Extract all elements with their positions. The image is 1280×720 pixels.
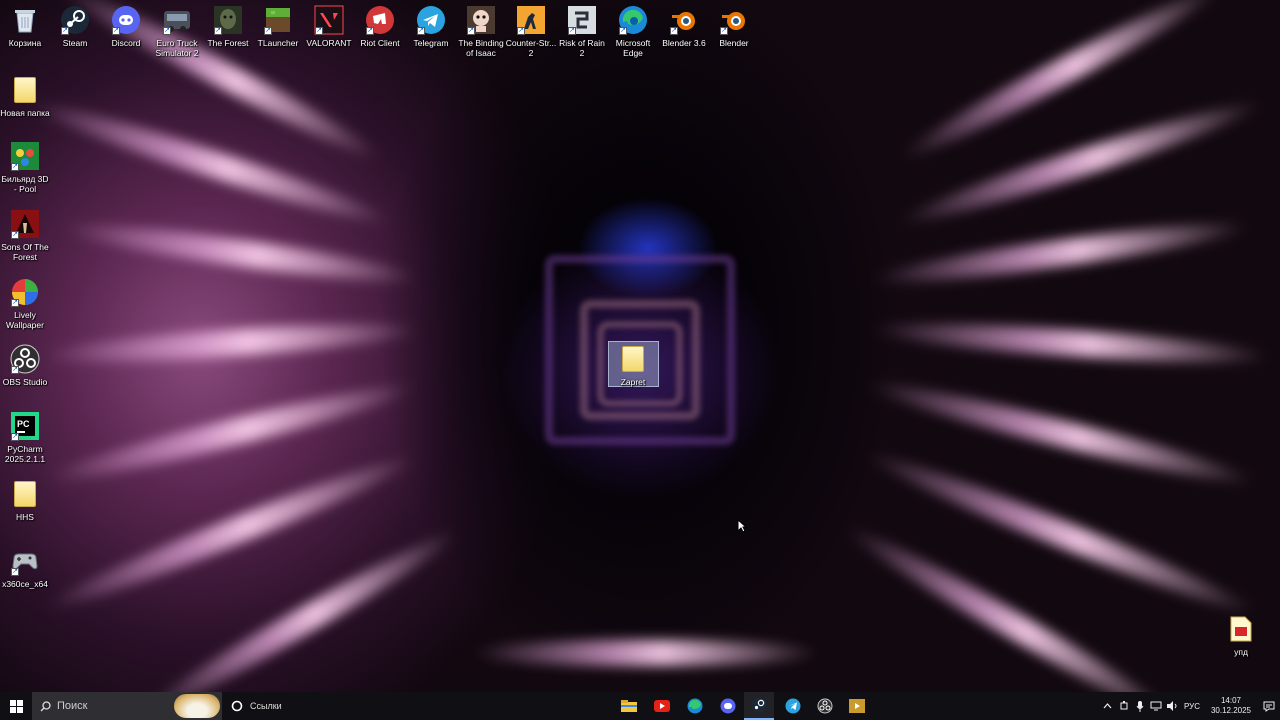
- desktop-icon-steam[interactable]: ↗ Steam: [49, 4, 101, 48]
- desktop-wallpaper: Корзина ↗ Steam ↗ Discord ↗ Euro Truck S…: [0, 0, 1280, 692]
- counter-strike-icon: ↗: [515, 4, 547, 36]
- taskbar-search[interactable]: Поиск: [32, 692, 222, 720]
- input-language[interactable]: РУС: [1184, 702, 1200, 711]
- taskbar-app-telegram[interactable]: [778, 692, 808, 720]
- desktop-icon-x360ce[interactable]: ↗ x360ce_x64: [0, 545, 51, 589]
- desktop-icon-obs-studio[interactable]: ↗ OBS Studio: [0, 343, 51, 387]
- desktop-icon-upd[interactable]: упд: [1215, 613, 1267, 657]
- desktop-icon-counter-strike[interactable]: ↗ Counter-Str... 2: [505, 4, 557, 58]
- telegram-icon: ↗: [415, 4, 447, 36]
- usb-device-icon: [1120, 701, 1128, 710]
- desktop-icon-blender-36[interactable]: ↗ Blender 3.6: [658, 4, 710, 48]
- desktop-icon-euro-truck[interactable]: ↗ Euro Truck Simulator 2: [151, 4, 203, 58]
- svg-text:PC: PC: [17, 419, 30, 429]
- desktop-icon-sons-of-the-forest[interactable]: ↗ Sons Of The Forest: [0, 208, 51, 262]
- cortana-icon: [231, 700, 243, 712]
- clock[interactable]: 14:07 30.12.2025: [1204, 696, 1258, 716]
- file-explorer-icon: [621, 700, 637, 712]
- desktop-icon-lively-wallpaper[interactable]: ↗ Lively Wallpaper: [0, 276, 51, 330]
- tray-volume-button[interactable]: [1164, 692, 1180, 720]
- riot-client-icon: ↗: [364, 4, 396, 36]
- desktop-icon-zapret[interactable]: Zapret: [607, 343, 659, 387]
- billiard-icon: ↗: [9, 140, 41, 172]
- desktop-icon-valorant[interactable]: ↗ VALORANT: [303, 4, 355, 48]
- desktop-icon-risk-of-rain[interactable]: ↗ Risk of Rain 2: [556, 4, 608, 58]
- pycharm-icon: PC ↗: [9, 410, 41, 442]
- lively-wallpaper-icon: ↗: [9, 276, 41, 308]
- blender-36-icon: ↗: [668, 4, 700, 36]
- folder-icon: [617, 343, 649, 375]
- desktop-icon-billiard[interactable]: ↗ Бильярд 3D - Pool: [0, 140, 51, 194]
- desktop-icon-telegram[interactable]: ↗ Telegram: [405, 4, 457, 48]
- binding-of-isaac-icon: ↗: [465, 4, 497, 36]
- taskbar-app-youtube[interactable]: [647, 692, 677, 720]
- clock-date: 30.12.2025: [1210, 706, 1252, 715]
- network-icon: [1150, 701, 1162, 711]
- obs-studio-icon: ↗: [9, 343, 41, 375]
- the-forest-icon: ↗: [212, 4, 244, 36]
- taskbar-app-edge[interactable]: [680, 692, 710, 720]
- x360ce-icon: ↗: [9, 545, 41, 577]
- document-icon: [1225, 613, 1257, 645]
- notification-icon: [1263, 701, 1275, 712]
- desktop-icon-discord[interactable]: ↗ Discord: [100, 4, 152, 48]
- tray-network-button[interactable]: [1148, 692, 1164, 720]
- search-icon: [40, 700, 51, 711]
- tlauncher-icon: ↗: [262, 4, 294, 36]
- desktop-icon-riot-client[interactable]: ↗ Riot Client: [354, 4, 406, 48]
- desktop-icon-pycharm[interactable]: PC ↗ PyCharm 2025.2.1.1: [0, 410, 51, 464]
- links-toolbar[interactable]: Ссылки: [250, 701, 282, 711]
- desktop-icon-blender[interactable]: ↗ Blender: [708, 4, 760, 48]
- hhs-folder-icon: [9, 478, 41, 510]
- volume-icon: [1166, 701, 1177, 711]
- discord-icon: [720, 698, 736, 714]
- cortana-button[interactable]: [228, 692, 246, 720]
- valorant-icon: ↗: [313, 4, 345, 36]
- search-placeholder: Поиск: [57, 700, 88, 712]
- taskbar-app-steam[interactable]: [744, 692, 774, 720]
- desktop-icon-binding-of-isaac[interactable]: ↗ The Binding of Isaac: [455, 4, 507, 58]
- clock-time: 14:07: [1220, 696, 1242, 705]
- blender-icon: ↗: [718, 4, 750, 36]
- tray-usb-button[interactable]: [1116, 692, 1132, 720]
- desktop-icon-hhs-folder[interactable]: HHS: [0, 478, 51, 522]
- sons-of-the-forest-icon: ↗: [9, 208, 41, 240]
- edge-icon: [687, 698, 703, 714]
- taskbar-app-file-explorer[interactable]: [614, 692, 644, 720]
- steam-icon: [751, 697, 767, 713]
- start-button[interactable]: [0, 692, 32, 720]
- taskbar-app-media-player[interactable]: [842, 692, 872, 720]
- desktop-icon-the-forest[interactable]: ↗ The Forest: [202, 4, 254, 48]
- obs-icon: [817, 698, 833, 714]
- media-player-icon: [849, 699, 865, 713]
- system-tray: РУС 14:07 30.12.2025: [1100, 692, 1280, 720]
- edge-icon: ↗: [617, 4, 649, 36]
- microphone-icon: [1136, 700, 1144, 712]
- youtube-icon: [654, 700, 670, 712]
- search-highlight-image: [174, 694, 220, 718]
- desktop-icon-recycle-bin[interactable]: Корзина: [0, 4, 51, 48]
- chevron-up-icon: [1104, 703, 1112, 709]
- new-folder-icon: [9, 74, 41, 106]
- mouse-cursor-icon: [737, 519, 747, 533]
- desktop-icon-tlauncher[interactable]: ↗ TLauncher: [252, 4, 304, 48]
- show-hidden-icons-button[interactable]: [1100, 692, 1116, 720]
- recycle-bin-icon: [9, 4, 41, 36]
- telegram-icon: [785, 698, 801, 714]
- tray-microphone-button[interactable]: [1132, 692, 1148, 720]
- desktop-icon-new-folder[interactable]: Новая папка: [0, 74, 51, 118]
- taskbar-app-discord[interactable]: [713, 692, 743, 720]
- discord-icon: ↗: [110, 4, 142, 36]
- steam-icon: ↗: [59, 4, 91, 36]
- risk-of-rain-icon: ↗: [566, 4, 598, 36]
- euro-truck-icon: ↗: [161, 4, 193, 36]
- taskbar-app-obs[interactable]: [810, 692, 840, 720]
- windows-logo-icon: [9, 699, 23, 713]
- notification-center-button[interactable]: [1258, 701, 1280, 712]
- desktop-icon-edge[interactable]: ↗ Microsoft Edge: [607, 4, 659, 58]
